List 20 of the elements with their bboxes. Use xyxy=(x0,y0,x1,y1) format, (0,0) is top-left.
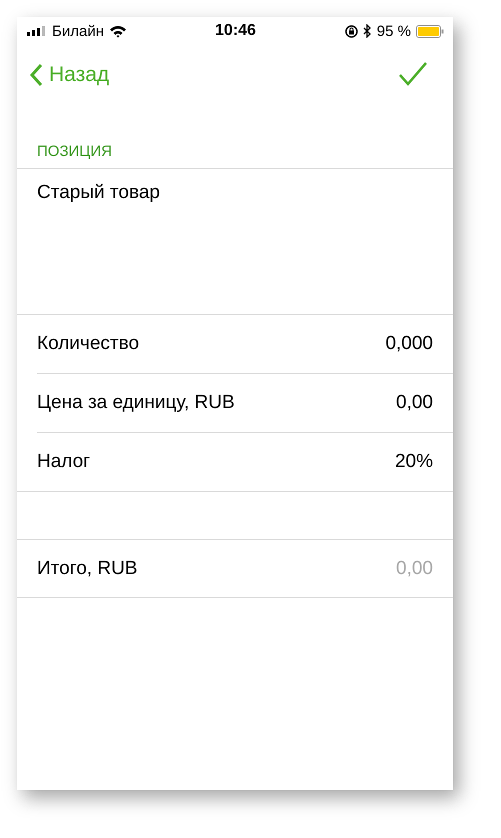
checkmark-icon xyxy=(398,60,428,86)
clock-time: 10:46 xyxy=(215,22,256,40)
carrier-name: Билайн xyxy=(52,22,104,40)
row-value[interactable]: 20% xyxy=(394,451,433,473)
row-label: Цена за единицу, RUB xyxy=(37,392,235,414)
bluetooth-icon xyxy=(362,24,372,38)
total-value: 0,00 xyxy=(396,558,433,580)
chevron-left-icon xyxy=(29,63,43,87)
item-name-field[interactable]: Старый товар xyxy=(17,168,453,315)
signal-icon xyxy=(27,26,47,36)
row-value[interactable]: 0,00 xyxy=(396,392,433,414)
section-header: ПОЗИЦИЯ xyxy=(36,142,113,162)
total-label: Итого, RUB xyxy=(37,558,138,580)
rotation-lock-icon xyxy=(344,24,358,38)
battery-icon xyxy=(416,24,444,38)
row-label: Налог xyxy=(37,451,90,473)
wifi-icon xyxy=(108,24,127,38)
battery-percent: 95 % xyxy=(376,22,411,40)
row-value[interactable]: 0,000 xyxy=(385,333,433,355)
row-label: Количество xyxy=(37,333,140,355)
